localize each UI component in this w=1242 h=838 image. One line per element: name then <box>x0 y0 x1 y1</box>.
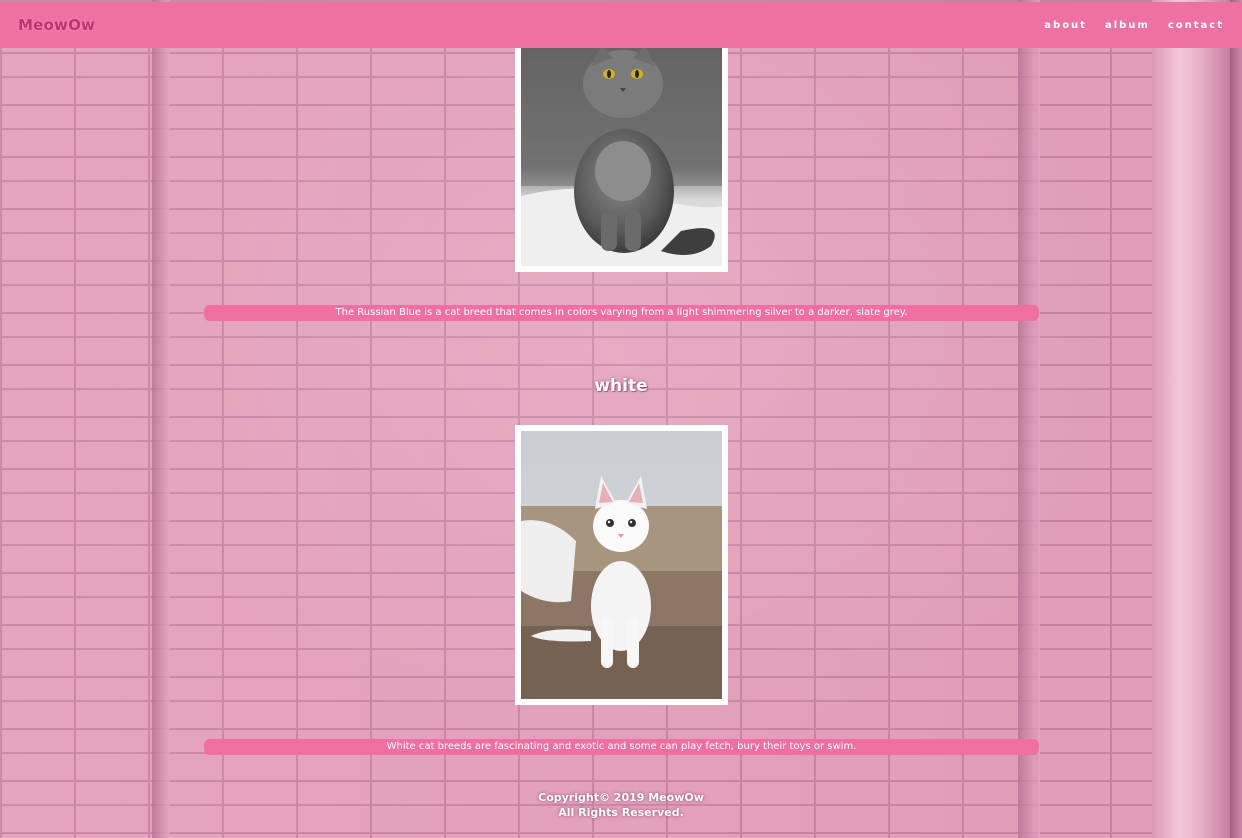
nav-links: about album contact <box>1044 20 1224 31</box>
gallery: The Russian Blue is a cat breed that com… <box>0 0 1242 838</box>
white-cat-photo <box>521 431 722 699</box>
section-title-white: white <box>594 376 648 397</box>
russian-blue-cat-photo <box>521 46 722 266</box>
caption-white-cats: White cat breeds are fascinating and exo… <box>204 739 1039 755</box>
footer-rights: All Rights Reserved. <box>558 806 684 819</box>
caption-russian-blue: The Russian Blue is a cat breed that com… <box>204 305 1039 321</box>
nav-link-about[interactable]: about <box>1044 20 1087 31</box>
brand-logo[interactable]: MeowOw <box>18 16 95 34</box>
nav-link-album[interactable]: album <box>1105 20 1150 31</box>
footer: Copyright© 2019 MeowOw All Rights Reserv… <box>0 790 1242 820</box>
cat-photo-frame-grey <box>515 40 728 272</box>
footer-copyright: Copyright© 2019 MeowOw <box>538 791 704 804</box>
nav-link-contact[interactable]: contact <box>1168 20 1224 31</box>
cat-photo-frame-white <box>515 425 728 705</box>
navbar: MeowOw about album contact <box>0 2 1242 48</box>
